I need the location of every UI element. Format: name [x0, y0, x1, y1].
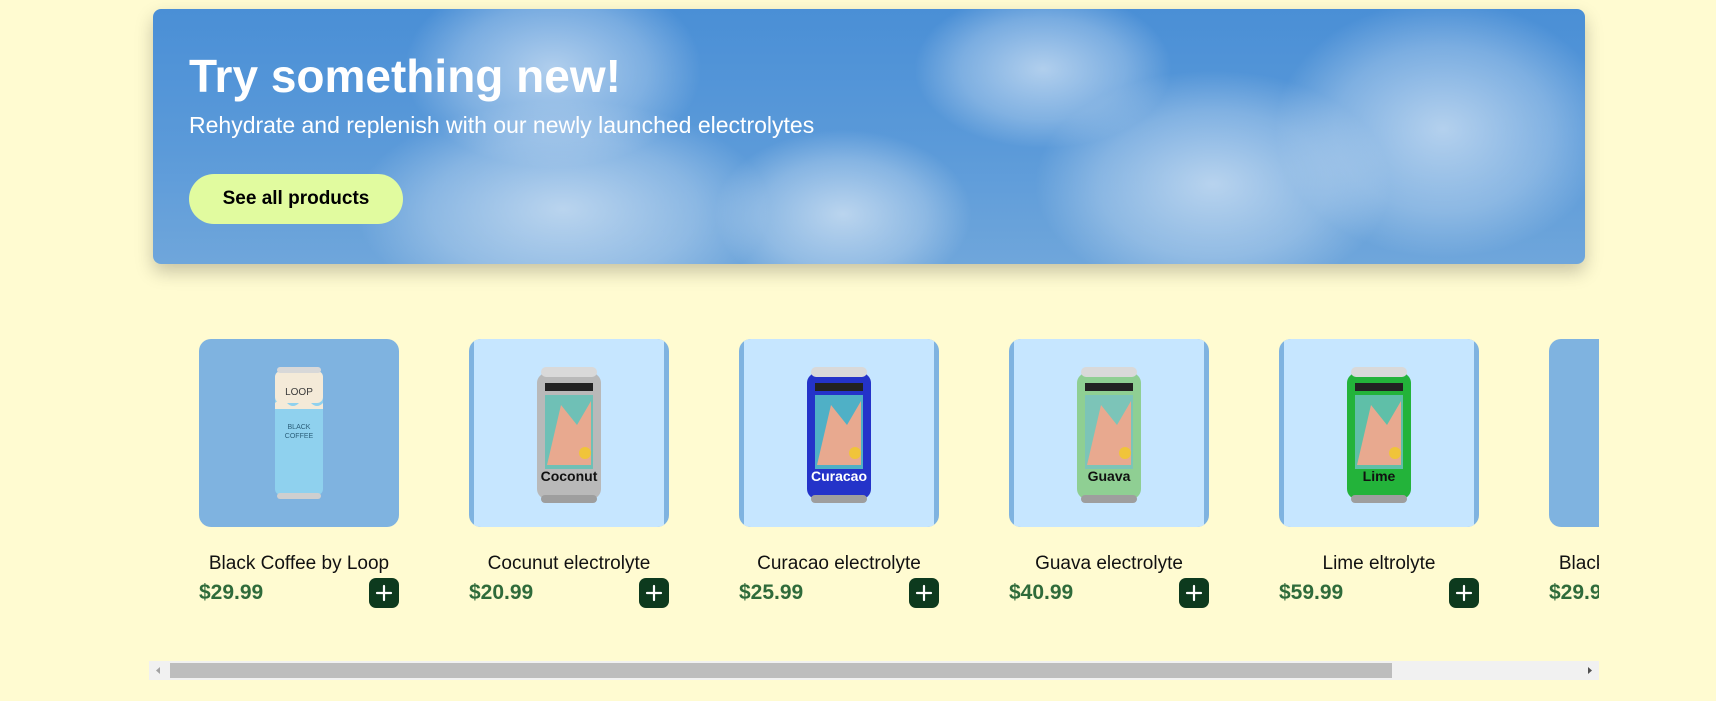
plus-icon — [645, 584, 663, 602]
plus-icon — [1185, 584, 1203, 602]
can-label: Lime — [1363, 468, 1396, 484]
add-to-cart-button[interactable] — [1179, 578, 1209, 608]
coconut-can-icon: Coconut — [537, 367, 601, 503]
add-to-cart-button[interactable] — [1449, 578, 1479, 608]
product-name: Guava electrolyte — [1035, 553, 1183, 574]
add-to-cart-button[interactable] — [639, 578, 669, 608]
can-label: Curacao — [811, 468, 867, 484]
product-price: $29.99 — [1549, 581, 1599, 604]
product-name: Curacao electrolyte — [757, 553, 921, 574]
scroll-right-button[interactable] — [1580, 661, 1599, 680]
product-price: $20.99 — [469, 581, 534, 604]
product-image[interactable] — [1549, 339, 1599, 527]
svg-text:LOOP: LOOP — [285, 387, 313, 398]
svg-text:COFFEE: COFFEE — [285, 433, 314, 440]
product-price: $25.99 — [739, 581, 804, 604]
loop-can-icon: LOOP BLACK COFFEE — [275, 367, 323, 499]
hero-banner: Try something new! Rehydrate and repleni… — [153, 9, 1585, 264]
scroll-left-button[interactable] — [149, 661, 168, 680]
product-card[interactable]: Guava Guava electrolyte $40.99 — [1009, 339, 1209, 608]
can-label: Guava — [1088, 468, 1131, 484]
curacao-can-icon: Curacao — [807, 367, 871, 503]
add-to-cart-button[interactable] — [909, 578, 939, 608]
product-image[interactable]: LOOP BLACK COFFEE — [199, 339, 399, 527]
product-name: Lime eltrolyte — [1322, 553, 1436, 574]
product-card[interactable]: Lime Lime eltrolyte $59.99 — [1279, 339, 1479, 608]
hero-title: Try something new! — [189, 50, 621, 102]
lime-can-icon: Lime — [1347, 367, 1411, 503]
product-card[interactable]: Black Coffee by Loop $29.99 — [1549, 339, 1599, 604]
guava-can-icon: Guava — [1077, 367, 1141, 503]
product-card[interactable]: LOOP BLACK COFFEE Black Coffee by Loop $… — [199, 339, 399, 608]
product-price: $40.99 — [1009, 581, 1074, 604]
product-image[interactable]: Guava — [1009, 339, 1209, 527]
plus-icon — [375, 584, 393, 602]
product-image[interactable]: Coconut — [469, 339, 669, 527]
product-carousel[interactable]: LOOP BLACK COFFEE Black Coffee by Loop $… — [149, 318, 1599, 618]
hero-subtitle: Rehydrate and replenish with our newly l… — [189, 112, 815, 138]
product-name: Black Coffee by Loop — [208, 553, 390, 574]
product-card[interactable]: Curacao Curacao electrolyte $25.99 — [739, 339, 939, 608]
product-price: $29.99 — [199, 581, 264, 604]
svg-text:BLACK: BLACK — [288, 424, 311, 431]
cloud-decoration — [713, 129, 973, 264]
see-all-products-button[interactable]: See all products — [189, 174, 403, 224]
add-to-cart-button[interactable] — [369, 578, 399, 608]
scroll-right-arrow-icon — [1588, 667, 1592, 674]
scroll-left-arrow-icon — [156, 667, 160, 674]
can-label: Coconut — [541, 468, 598, 484]
product-image[interactable]: Curacao — [739, 339, 939, 527]
product-image[interactable]: Lime — [1279, 339, 1479, 527]
product-price: $59.99 — [1279, 581, 1344, 604]
scrollbar-thumb[interactable] — [170, 663, 1392, 678]
product-name: Black Coffee by Loop — [1558, 553, 1599, 574]
plus-icon — [1455, 584, 1473, 602]
plus-icon — [915, 584, 933, 602]
product-card[interactable]: Coconut Cocunut electrolyte $20.99 — [469, 339, 669, 608]
horizontal-scrollbar[interactable] — [149, 661, 1599, 680]
product-name: Cocunut electrolyte — [487, 553, 651, 574]
